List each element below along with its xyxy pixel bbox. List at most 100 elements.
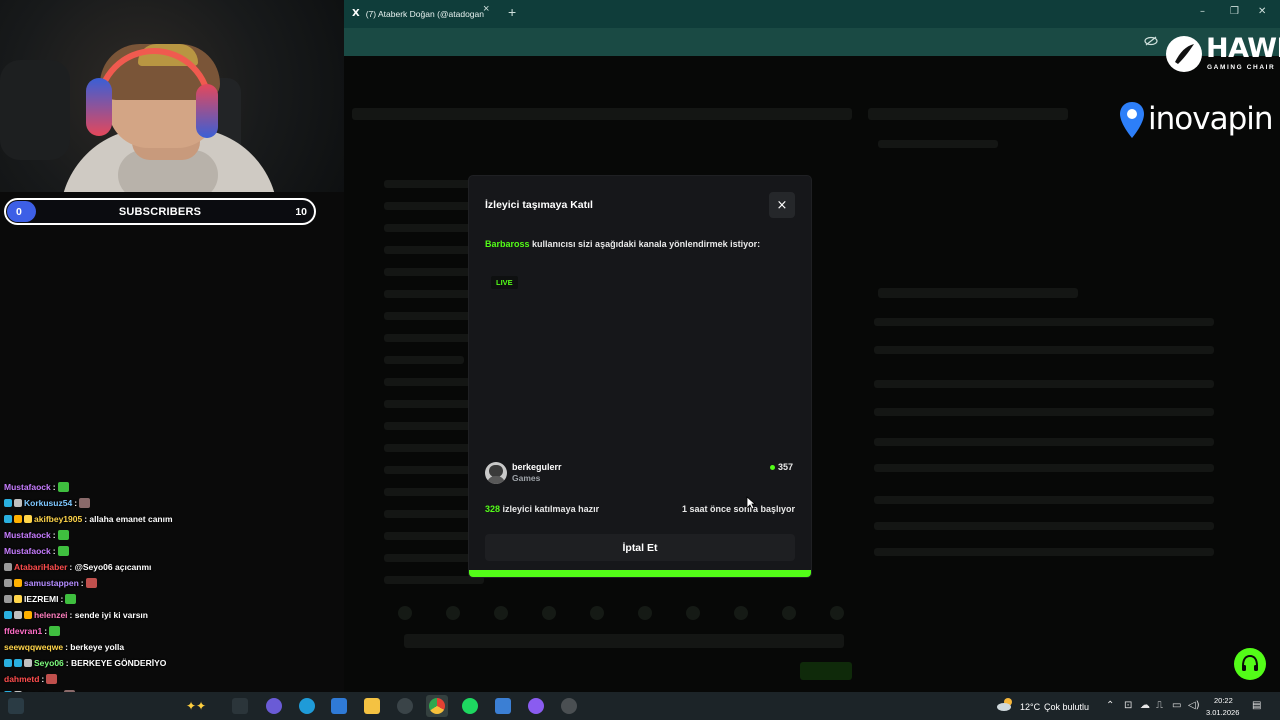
chat-text: : bbox=[60, 594, 64, 604]
chat-username: ffdevran1 bbox=[4, 626, 43, 636]
cloudy-weather-icon[interactable] bbox=[996, 697, 1014, 711]
microphone-icon[interactable]: ⎍ bbox=[1156, 700, 1163, 711]
redirect-message: Barbaross kullanıcısı sizi aşağıdaki kan… bbox=[485, 239, 760, 249]
discord-icon[interactable] bbox=[528, 698, 544, 714]
usb-icon[interactable]: ⊡ bbox=[1124, 700, 1132, 711]
mouse-cursor-icon bbox=[746, 496, 756, 510]
chat-text: : bbox=[52, 482, 56, 492]
chat-emote-icon bbox=[49, 626, 61, 636]
ghost-emote bbox=[446, 606, 460, 620]
raid-modal: İzleyici taşımaya Katıl × Barbaross kull… bbox=[469, 176, 811, 577]
streamer-avatar[interactable] bbox=[485, 462, 507, 484]
chat-username: seewqqweqwe bbox=[4, 642, 64, 652]
chat-message: IEZREMI: bbox=[4, 594, 77, 604]
ghost-panel-row bbox=[874, 318, 1214, 326]
chat-badge-icon bbox=[24, 659, 32, 667]
chat-username: akifbey1905 bbox=[34, 514, 83, 524]
file-explorer-icon[interactable] bbox=[364, 698, 380, 714]
obs-icon[interactable] bbox=[561, 698, 577, 714]
cancel-button[interactable]: İptal Et bbox=[485, 534, 795, 561]
streamer-category[interactable]: Games bbox=[512, 473, 540, 483]
ghost-emote bbox=[830, 606, 844, 620]
eye-off-icon[interactable] bbox=[1144, 36, 1158, 46]
chat-username: samustappen bbox=[24, 578, 79, 588]
subscriber-goal-bar: 0 SUBSCRIBERS 10 bbox=[4, 198, 316, 225]
chat-message: akifbey1905: allaha emanet canım bbox=[4, 514, 173, 524]
viewer-count: 357 bbox=[778, 462, 794, 472]
chat-badge-icon bbox=[14, 595, 22, 603]
chat-username: Mustafaock bbox=[4, 546, 51, 556]
ghost-send-button bbox=[800, 662, 852, 680]
volume-icon[interactable]: ◁) bbox=[1188, 700, 1200, 711]
chat-badge-icon bbox=[4, 595, 12, 603]
steam-icon[interactable] bbox=[495, 698, 511, 714]
chat-username: IEZREMI bbox=[24, 594, 59, 604]
ghost-row bbox=[384, 356, 464, 364]
browser-toolbar bbox=[344, 28, 1280, 56]
weather-condition[interactable]: Çok bulutlu bbox=[1044, 702, 1089, 712]
network-icon[interactable]: ▭ bbox=[1172, 700, 1181, 711]
hawk-logo: HAWK GAMING CHAIR bbox=[1164, 34, 1280, 76]
minimize-button[interactable]: – bbox=[1200, 6, 1205, 17]
task-view-icon[interactable] bbox=[232, 698, 248, 714]
headphone-left bbox=[86, 78, 112, 136]
sparkle-icon[interactable]: ✦✦ bbox=[186, 699, 214, 715]
ghost-panel-row bbox=[878, 288, 1078, 298]
subscriber-label: SUBSCRIBERS bbox=[118, 206, 202, 218]
chat-message: helenzei: sende iyi ki varsın bbox=[4, 610, 148, 620]
clock-time[interactable]: 20:22 bbox=[1214, 696, 1233, 705]
chat-message: seewqqweqwe: berkeye yolla bbox=[4, 642, 124, 652]
ghost-emote bbox=[782, 606, 796, 620]
chat-username: Korkusuz54 bbox=[24, 498, 73, 508]
ghost-emote bbox=[590, 606, 604, 620]
chat-emote-icon bbox=[79, 498, 91, 508]
chat-badge-icon bbox=[4, 563, 12, 571]
hawk-feather-icon bbox=[1166, 36, 1202, 72]
inovapin-logo: inovapin bbox=[1116, 100, 1280, 142]
notification-icon[interactable]: ▤ bbox=[1252, 700, 1261, 711]
modal-close-button[interactable]: × bbox=[769, 192, 795, 218]
start-icon[interactable] bbox=[8, 698, 24, 714]
chat-emote-icon bbox=[85, 578, 97, 588]
chat-badge-icon bbox=[14, 499, 22, 507]
ghost-emote bbox=[494, 606, 508, 620]
chat-overlay: Mustafaock: Korkusuz54: akifbey1905: allah… bbox=[0, 470, 340, 720]
streamer-name[interactable]: berkegulerr bbox=[512, 462, 562, 472]
temperature[interactable]: 12°C bbox=[1020, 702, 1040, 712]
chat-emote-icon bbox=[57, 482, 69, 492]
chevron-up-icon[interactable]: ⌃ bbox=[1106, 700, 1114, 711]
edge-icon[interactable] bbox=[299, 698, 315, 714]
chat-message: Mustafaock: bbox=[4, 546, 69, 556]
stream-preview[interactable]: LIVE bbox=[485, 268, 795, 448]
chat-badge-icon bbox=[14, 659, 22, 667]
clock-date[interactable]: 3.01.2026 bbox=[1206, 708, 1239, 717]
chat-text: : bbox=[41, 674, 45, 684]
spotify-icon[interactable] bbox=[462, 698, 478, 714]
help-chat-button[interactable] bbox=[1234, 648, 1266, 680]
chat-message: dahmetd: bbox=[4, 674, 58, 684]
redirect-username[interactable]: Barbaross bbox=[485, 239, 530, 249]
chat-badge-icon bbox=[4, 579, 12, 587]
chat-message: ffdevran1: bbox=[4, 626, 61, 636]
ghost-panel-row bbox=[874, 408, 1214, 416]
tab-close-button[interactable]: × bbox=[483, 3, 489, 15]
live-dot-icon bbox=[770, 465, 775, 470]
xbox-icon[interactable] bbox=[397, 698, 413, 714]
raid-progress-bar bbox=[469, 570, 811, 577]
restore-button[interactable]: ❐ bbox=[1230, 6, 1239, 17]
window-close-button[interactable]: ✕ bbox=[1258, 6, 1266, 17]
headset-icon bbox=[1242, 654, 1258, 671]
map-pin-icon bbox=[1120, 102, 1144, 138]
cloud-icon[interactable]: ☁ bbox=[1140, 700, 1150, 711]
ghost-panel-row bbox=[874, 548, 1214, 556]
browser-tab-strip: X (7) Ataberk Doğan (@atadogan × + – ❐ ✕ bbox=[344, 0, 1280, 28]
raid-progress-fill bbox=[469, 570, 811, 577]
new-tab-button[interactable]: + bbox=[508, 4, 516, 20]
chrome-icon[interactable] bbox=[429, 698, 445, 714]
browser-tab[interactable]: X (7) Ataberk Doğan (@atadogan bbox=[348, 3, 498, 24]
ghost-panel-title bbox=[868, 108, 1068, 120]
store-icon[interactable] bbox=[331, 698, 347, 714]
chat-badge-icon bbox=[4, 659, 12, 667]
ghost-emote bbox=[542, 606, 556, 620]
copilot-icon[interactable] bbox=[266, 698, 282, 714]
